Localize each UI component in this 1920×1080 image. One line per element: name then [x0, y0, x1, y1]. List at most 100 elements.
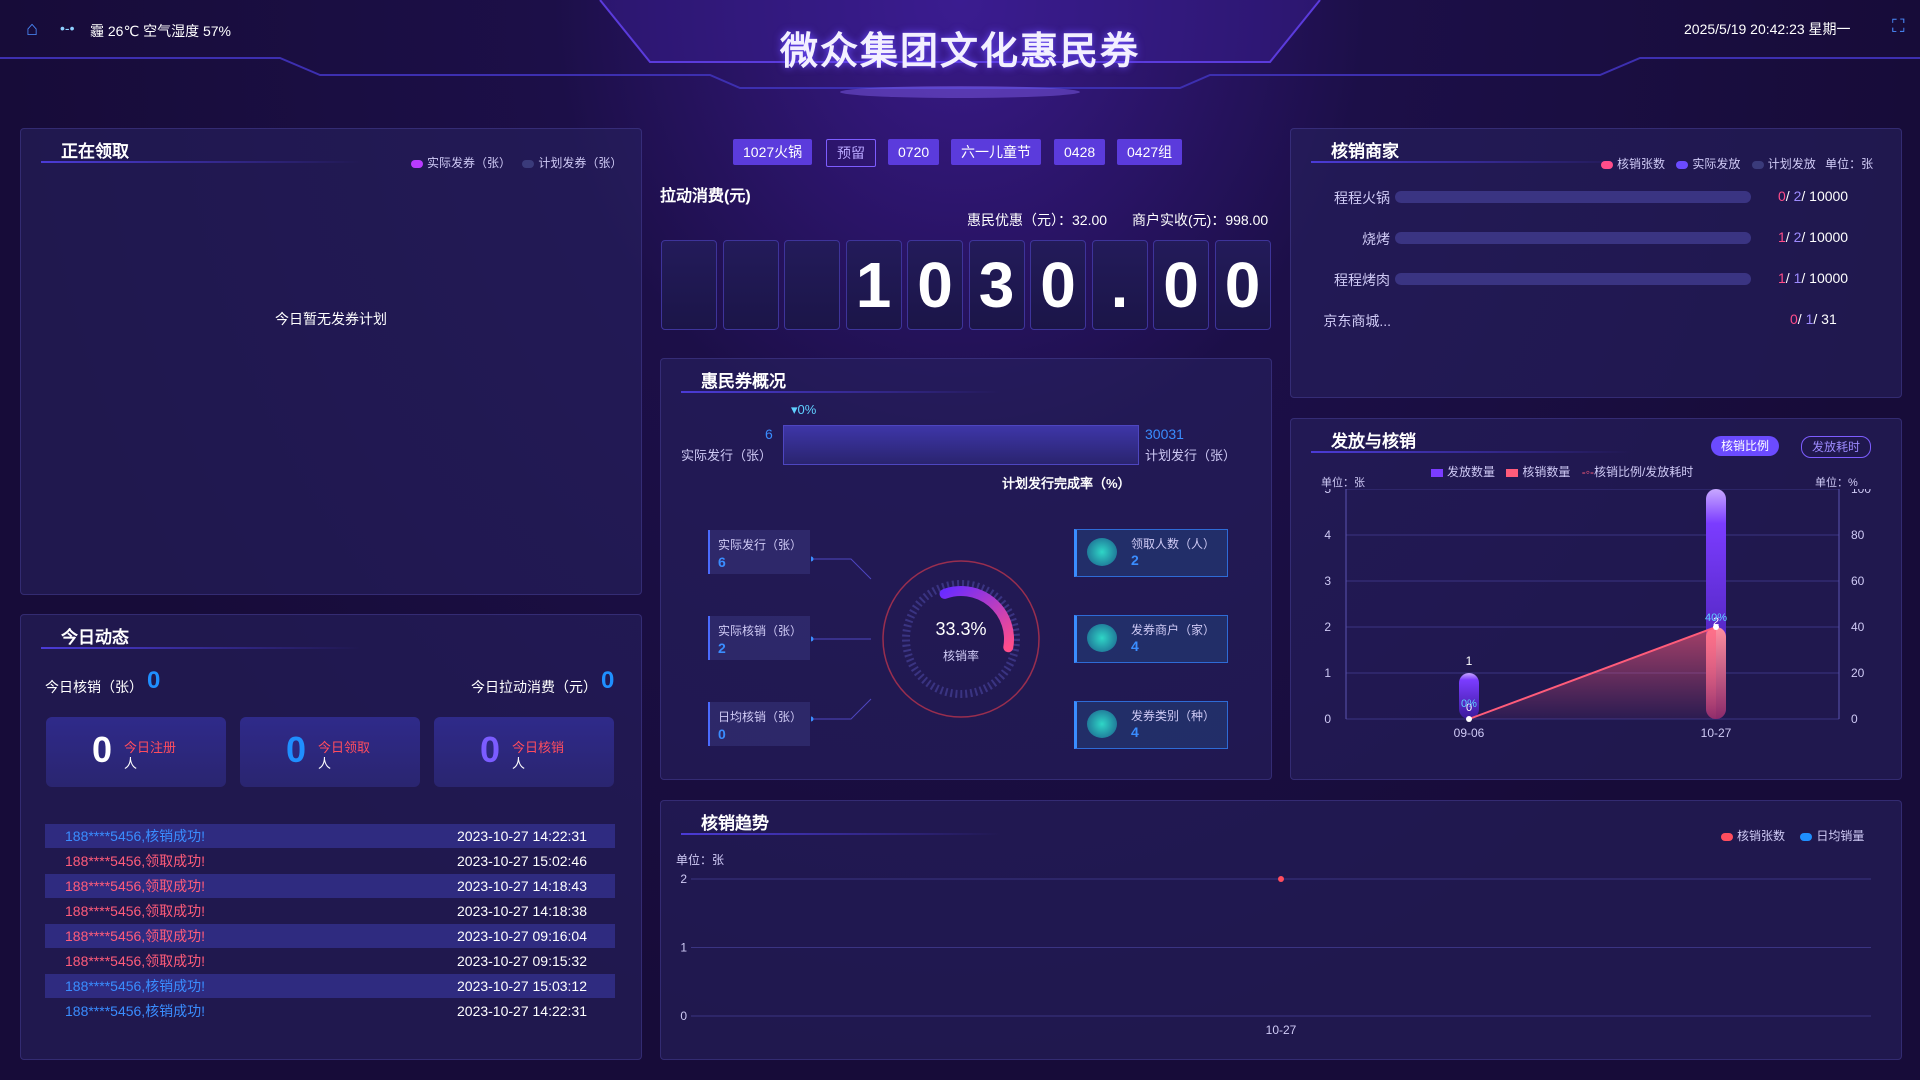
- merchants-unit: 单位：张: [1825, 157, 1874, 171]
- stat-box: 0 今日注册人: [46, 717, 226, 787]
- feed-row: 188****5456,领取成功! 2023-10-27 14:18:38: [45, 899, 615, 923]
- feed-text: 188****5456,领取成功!: [65, 928, 206, 944]
- merchant-bar: [1395, 273, 1751, 285]
- title-underline: [41, 647, 361, 649]
- merchant-received-text: 商户实收(元)：998.00: [1132, 212, 1269, 228]
- issue-legend: 发放数量 核销数量 -◦-核销比例/发放耗时: [1431, 463, 1693, 480]
- merchant-bar: [1395, 232, 1751, 244]
- legend-dot: [1751, 160, 1764, 169]
- feed-text: 188****5456,核销成功!: [65, 1003, 206, 1019]
- merchants-title: 核销商家: [1331, 142, 1399, 161]
- y-tick-label: 1: [1324, 666, 1331, 680]
- consume-digit: 1: [845, 240, 902, 330]
- campaign-chip[interactable]: 六一儿童节: [951, 139, 1041, 165]
- gauge-value: 33.3%: [935, 619, 987, 639]
- y2-tick-label: 0: [1851, 712, 1858, 726]
- merchant-sep: /: [1785, 188, 1794, 204]
- campaign-chip[interactable]: 0428: [1054, 139, 1106, 165]
- consume-label: 今日拉动消费（元）: [471, 679, 597, 695]
- title-underline: [1311, 161, 1631, 163]
- y-tick-label: 1: [680, 941, 687, 955]
- fullscreen-icon[interactable]: ⛶: [1892, 16, 1905, 37]
- merchant-sep: /: [1813, 311, 1822, 327]
- consume-digit: 0: [907, 240, 963, 330]
- tab-writeoff-ratio[interactable]: 核销比例: [1711, 436, 1780, 456]
- merchant-writeoff: 0: [1790, 311, 1798, 327]
- y-tick-label: 2: [680, 872, 687, 886]
- empty-message: 今日暂无发券计划: [275, 311, 387, 327]
- feed-row: 188****5456,领取成功! 2023-10-27 14:18:43: [45, 874, 615, 898]
- legend-label: 核销张数: [1617, 157, 1666, 171]
- legend-label: 日均销量: [1816, 829, 1865, 843]
- merchant-name: 程程烤肉: [1334, 272, 1390, 288]
- tab-issue-time[interactable]: 发放耗时: [1801, 436, 1872, 458]
- merchant-sep: /: [1801, 188, 1810, 204]
- y-tick-label: 4: [1324, 528, 1331, 542]
- merchant-writeoff: 1: [1778, 270, 1786, 286]
- merchant-plan: 31: [1821, 311, 1837, 327]
- actual-issue-label: 实际发行（张）: [681, 448, 773, 463]
- campaign-chip[interactable]: 0427组: [1117, 139, 1183, 165]
- campaign-chip[interactable]: 预留: [826, 139, 876, 167]
- category-icon: [1087, 710, 1117, 738]
- right-stat-value: 4: [1131, 724, 1139, 740]
- merchant-plan: 10000: [1809, 229, 1849, 245]
- campaign-chip[interactable]: 1027火锅: [733, 139, 813, 165]
- page-title: 微众集团文化惠民券: [779, 31, 1140, 73]
- stat-unit: 人: [124, 756, 138, 771]
- campaign-chip[interactable]: 0720: [888, 139, 940, 165]
- y-tick-label: 2: [1324, 620, 1331, 634]
- overview-right-stat: 领取人数（人） 2: [1074, 529, 1228, 577]
- overview-left-stat: 实际核销（张） 2: [708, 616, 810, 660]
- consume-value: 0: [601, 667, 615, 694]
- overview-left-stat: 实际发行（张） 6: [708, 530, 810, 574]
- y-tick-label: 5: [1324, 489, 1331, 496]
- feed-row: 188****5456,领取成功! 2023-10-27 09:16:04: [45, 924, 615, 948]
- merchant-sep: /: [1785, 270, 1794, 286]
- legend-dot: [1721, 832, 1733, 841]
- shop-icon: [1087, 624, 1117, 652]
- right-stat-value: 2: [1131, 552, 1139, 568]
- legend-dot: [1431, 468, 1443, 477]
- home-icon[interactable]: ⌂: [26, 18, 38, 41]
- merchant-sep: /: [1801, 229, 1810, 245]
- stat-value: 0: [286, 729, 307, 770]
- merchant-sep: /: [1785, 229, 1794, 245]
- title-underline: [681, 391, 1001, 393]
- legend-dot: [411, 159, 423, 168]
- feed-row: 188****5456,领取成功! 2023-10-27 09:15:32: [45, 949, 615, 973]
- people-icon: [1087, 538, 1117, 566]
- feed-time: 2023-10-27 14:18:38: [457, 903, 587, 919]
- left-stat-label: 日均核销（张）: [718, 710, 803, 724]
- right-stat-value: 4: [1131, 638, 1139, 654]
- actual-issue-value: 6: [765, 426, 773, 442]
- header: ⌂ •-• 霾 26℃ 空气湿度 57% 微众集团文化惠民券 2025/5/19…: [0, 0, 1920, 100]
- trend-panel: 核销趋势 核销张数 日均销量 单位：张 0 1 2 10-27: [660, 800, 1902, 1060]
- merchant-bar: [1395, 191, 1751, 203]
- feed-text: 188****5456,领取成功!: [65, 878, 206, 894]
- unit-right: 单位：%: [1815, 477, 1858, 489]
- legend-label: 计划发券（张）: [538, 156, 623, 170]
- legend-label: 核销比例/发放耗时: [1593, 465, 1694, 479]
- merchant-values: 1/ 1/ 10000: [1778, 270, 1848, 286]
- legend-label: 计划发放: [1767, 157, 1816, 171]
- overview-title: 惠民券概况: [701, 372, 786, 391]
- merchants-panel: 核销商家 核销张数 实际发放 计划发放 单位：张: [1290, 128, 1902, 398]
- unit-left: 单位：张: [1321, 477, 1365, 489]
- receiving-legend: 实际发券（张） 计划发券（张）: [411, 154, 622, 171]
- right-stat-label: 领取人数（人）: [1131, 537, 1216, 551]
- receiving-title: 正在领取: [61, 142, 129, 161]
- title-underline: [41, 161, 361, 163]
- completion-bar: [783, 425, 1139, 465]
- issue-title: 发放与核销: [1331, 432, 1416, 451]
- title-underline: [1311, 451, 1631, 453]
- completion-pct: ▾0%: [791, 402, 817, 417]
- y-tick-label: 0: [680, 1009, 687, 1023]
- feed-time: 2023-10-27 14:22:31: [457, 828, 587, 844]
- left-stat-value: 0: [718, 726, 726, 742]
- overview-right-stat: 发券商户（家） 4: [1074, 615, 1228, 663]
- right-stat-label: 发券商户（家）: [1131, 623, 1216, 637]
- y2-tick-label: 80: [1851, 528, 1865, 542]
- y2-tick-label: 100: [1851, 489, 1871, 496]
- overview-left-stat: 日均核销（张） 0: [708, 702, 810, 746]
